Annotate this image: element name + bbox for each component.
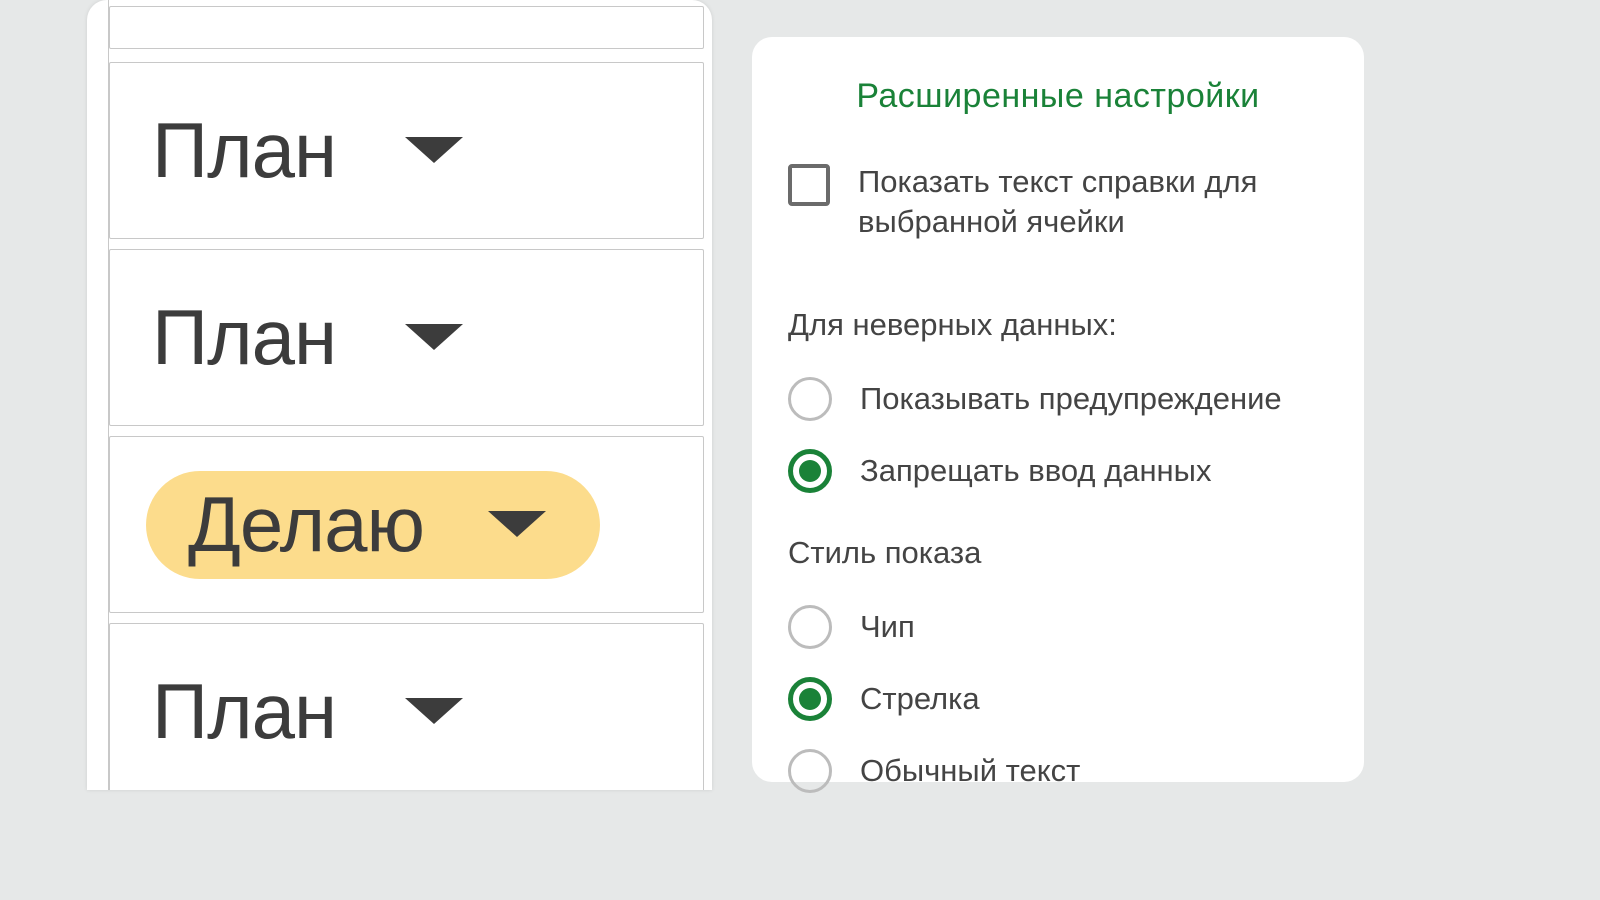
cell-value: Делаю [188, 479, 424, 570]
cell-dropdown[interactable]: План [109, 249, 704, 426]
cell-value: План [152, 292, 336, 383]
chevron-down-icon [401, 694, 467, 730]
cell-dropdown[interactable]: Делаю [109, 436, 704, 613]
radio-icon [788, 605, 832, 649]
radio-label: Запрещать ввод данных [860, 453, 1211, 489]
radio-icon [788, 677, 832, 721]
radio-plain-text[interactable]: Обычный текст [788, 749, 1328, 793]
chevron-down-icon [484, 507, 550, 543]
display-style-radio-group: Чип Стрелка Обычный текст [788, 605, 1328, 793]
advanced-settings-panel: Расширенные настройки Показать текст спр… [752, 37, 1364, 782]
checkbox-icon [788, 164, 830, 206]
checkbox-label: Показать текст справки для выбранной яче… [858, 162, 1328, 243]
row-header-gutter [93, 0, 109, 790]
invalid-data-radio-group: Показывать предупреждение Запрещать ввод… [788, 377, 1328, 493]
chevron-down-icon [401, 320, 467, 356]
radio-label: Показывать предупреждение [860, 381, 1282, 417]
spreadsheet-cells: План План Делаю План [87, 0, 712, 790]
radio-label: Чип [860, 609, 915, 645]
cell-value: План [152, 105, 336, 196]
radio-arrow[interactable]: Стрелка [788, 677, 1328, 721]
cell-dropdown[interactable]: План [109, 623, 704, 790]
help-text-checkbox[interactable]: Показать текст справки для выбранной яче… [788, 162, 1328, 243]
chevron-down-icon [401, 133, 467, 169]
radio-label: Стрелка [860, 681, 980, 717]
radio-chip[interactable]: Чип [788, 605, 1328, 649]
cell-chip[interactable]: Делаю [146, 471, 600, 579]
radio-icon [788, 377, 832, 421]
panel-title: Расширенные настройки [788, 77, 1328, 116]
radio-icon [788, 449, 832, 493]
radio-icon [788, 749, 832, 793]
radio-show-warning[interactable]: Показывать предупреждение [788, 377, 1328, 421]
display-style-label: Стиль показа [788, 535, 1328, 571]
invalid-data-label: Для неверных данных: [788, 307, 1328, 343]
cell-value: План [152, 666, 336, 757]
radio-reject-input[interactable]: Запрещать ввод данных [788, 449, 1328, 493]
cell-partial-top [109, 6, 704, 49]
cell-dropdown[interactable]: План [109, 62, 704, 239]
radio-label: Обычный текст [860, 753, 1080, 789]
